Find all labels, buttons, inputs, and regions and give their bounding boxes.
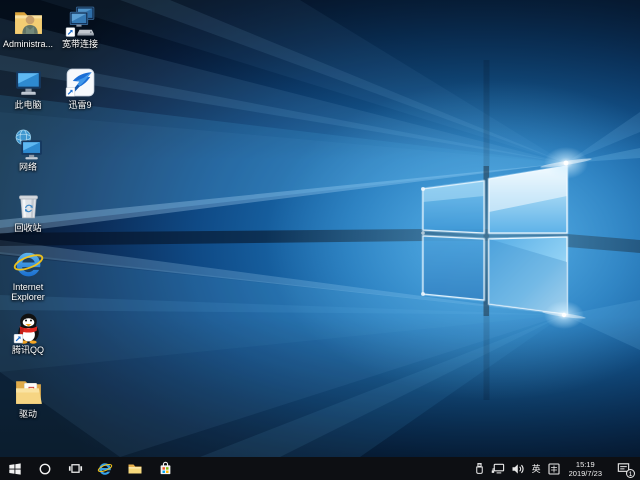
taskbar-internet-explorer[interactable] bbox=[90, 457, 120, 480]
broadband-connection-icon bbox=[64, 5, 97, 38]
this-pc-icon bbox=[12, 66, 45, 99]
icon-label: 此电脑 bbox=[14, 100, 41, 110]
desktop-icon-broadband[interactable]: 宽带连接 bbox=[48, 5, 112, 49]
task-view-icon bbox=[68, 461, 83, 476]
icon-label: 腾讯QQ bbox=[12, 345, 44, 355]
usb-device-tray-icon[interactable] bbox=[471, 457, 488, 480]
ime-language-indicator[interactable]: 英 bbox=[528, 457, 545, 480]
system-tray: 英 15:19 2019/7/23 1 bbox=[471, 457, 640, 480]
ethernet-icon bbox=[491, 462, 505, 475]
icon-label: 迅雷9 bbox=[68, 100, 91, 110]
usb-icon bbox=[474, 462, 485, 475]
windows-logo-icon bbox=[8, 462, 22, 476]
taskbar-left bbox=[0, 457, 180, 480]
network-tray-icon[interactable] bbox=[488, 457, 508, 480]
desktop-icon-driver[interactable]: 驱动 bbox=[0, 375, 60, 419]
task-view-button[interactable] bbox=[60, 457, 90, 480]
network-icon bbox=[12, 128, 45, 161]
desktop[interactable]: Administra... 宽带连接 bbox=[0, 0, 640, 457]
clock-time: 15:19 bbox=[576, 460, 595, 469]
search-button[interactable] bbox=[30, 457, 60, 480]
desktop-icon-tencent-qq[interactable]: 腾讯QQ bbox=[0, 311, 60, 355]
windows-desktop: { "desktop": { "icons": [ {"name": "admi… bbox=[0, 0, 640, 480]
desktop-icon-internet-explorer[interactable]: Internet Explorer bbox=[0, 248, 60, 302]
speaker-icon bbox=[511, 463, 525, 475]
icon-label: 驱动 bbox=[19, 409, 37, 419]
microsoft-store-icon bbox=[158, 461, 173, 476]
icon-label: 回收站 bbox=[14, 223, 41, 233]
desktop-icon-recycle-bin[interactable]: 回收站 bbox=[0, 189, 60, 233]
icon-label: 宽带连接 bbox=[62, 39, 98, 49]
icon-label: 网络 bbox=[19, 162, 37, 172]
file-explorer-button[interactable] bbox=[120, 457, 150, 480]
desktop-icon-thunder9[interactable]: 迅雷9 bbox=[48, 66, 112, 110]
ime-grid-icon bbox=[548, 463, 560, 475]
volume-tray-icon[interactable] bbox=[508, 457, 528, 480]
taskbar-clock[interactable]: 15:19 2019/7/23 bbox=[563, 457, 608, 480]
icon-label: Administra... bbox=[3, 39, 53, 49]
internet-explorer-icon bbox=[97, 461, 113, 477]
ime-mode-tray-icon[interactable] bbox=[545, 457, 563, 480]
action-center-button[interactable]: 1 bbox=[608, 457, 637, 480]
file-explorer-icon bbox=[127, 461, 143, 477]
recycle-bin-icon bbox=[12, 189, 45, 222]
microsoft-store-button[interactable] bbox=[150, 457, 180, 480]
notification-badge: 1 bbox=[626, 469, 635, 478]
user-folder-icon bbox=[12, 5, 45, 38]
icon-label: Internet Explorer bbox=[0, 282, 59, 302]
start-button[interactable] bbox=[0, 457, 30, 480]
qq-penguin-icon bbox=[12, 311, 45, 344]
internet-explorer-icon bbox=[12, 248, 45, 281]
cortana-circle-icon bbox=[38, 462, 52, 476]
desktop-icon-network[interactable]: 网络 bbox=[0, 128, 60, 172]
taskbar: 英 15:19 2019/7/23 1 bbox=[0, 457, 640, 480]
thunder9-icon bbox=[64, 66, 97, 99]
clock-date: 2019/7/23 bbox=[569, 469, 602, 478]
driver-folder-icon bbox=[12, 375, 45, 408]
